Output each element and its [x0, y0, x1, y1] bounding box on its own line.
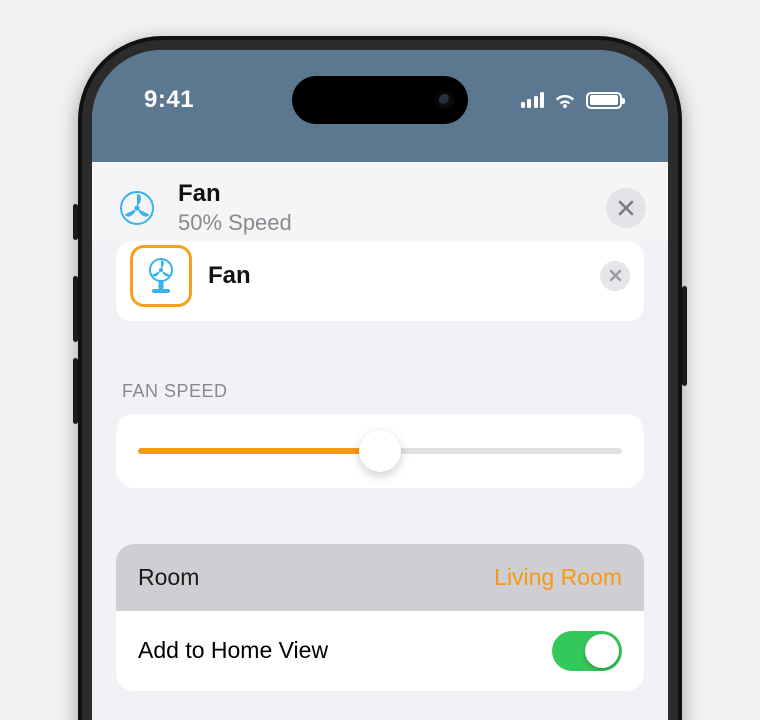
- sheet-subtitle: 50% Speed: [178, 210, 586, 236]
- battery-icon: [586, 92, 622, 109]
- accessory-tile-title: Fan: [208, 262, 584, 290]
- fan-speed-section-label: FAN SPEED: [122, 381, 638, 402]
- room-label: Room: [138, 564, 494, 591]
- fan-icon: [116, 187, 158, 229]
- accessory-tile[interactable]: Fan: [116, 241, 644, 321]
- close-icon: [617, 199, 635, 217]
- sheet-title: Fan: [178, 180, 586, 208]
- close-icon: [609, 269, 622, 282]
- cellular-icon: [521, 92, 545, 108]
- home-view-label: Add to Home View: [138, 637, 552, 664]
- room-value: Living Room: [494, 564, 622, 591]
- wifi-icon: [553, 91, 577, 109]
- home-view-row: Add to Home View: [116, 611, 644, 691]
- slider-thumb[interactable]: [359, 430, 401, 472]
- remove-tile-button[interactable]: [600, 261, 630, 291]
- close-button[interactable]: [606, 188, 646, 228]
- status-bar: 9:41: [92, 50, 668, 162]
- slider-fill: [138, 448, 380, 454]
- room-row[interactable]: Room Living Room: [116, 544, 644, 611]
- home-view-toggle[interactable]: [552, 631, 622, 671]
- fan-icon: [130, 245, 192, 307]
- status-time: 9:41: [144, 86, 194, 114]
- toggle-knob: [585, 634, 619, 668]
- fan-speed-slider[interactable]: [138, 448, 622, 454]
